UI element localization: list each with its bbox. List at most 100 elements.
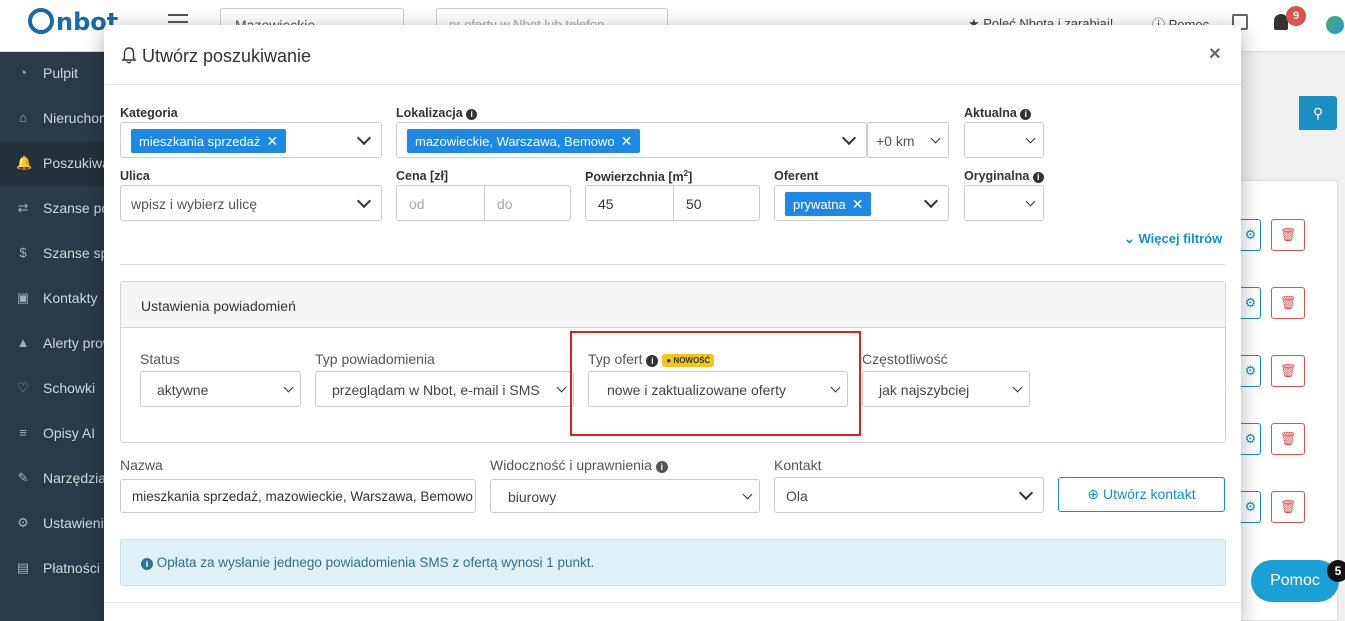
offerer-select[interactable]: prywatna ✕ [774, 185, 949, 221]
frequency-select[interactable]: jak najszybciej [862, 371, 1030, 407]
location-select[interactable]: mazowieckie, Warszawa, Bemowo ✕ [396, 122, 867, 158]
contact-label: Kontakt [774, 457, 822, 473]
trash-icon[interactable]: 🗑 [1271, 491, 1305, 523]
status-select[interactable]: aktywne [140, 371, 301, 407]
street-select[interactable]: wpisz i wybierz ulicę [120, 185, 382, 221]
sidebar-item-opisy-ai[interactable]: ≡ Opisy AI [0, 412, 104, 456]
street-label: Ulica [120, 169, 150, 183]
payment-icon: ▤ [16, 560, 30, 575]
original-select[interactable] [964, 185, 1044, 221]
sms-cost-alert: i Opłata za wysłanie jednego powiadomien… [120, 539, 1226, 586]
current-select[interactable] [964, 122, 1044, 158]
handshake-icon: ⇄ [17, 200, 29, 215]
radius-select[interactable]: +0 km [867, 122, 949, 158]
bell-icon: 🔔 [16, 155, 33, 170]
trash-icon[interactable]: 🗑 [1271, 423, 1305, 455]
location-tag: mazowieckie, Warszawa, Bemowo ✕ [407, 129, 641, 153]
edit-icon[interactable]: ⚙ [1241, 287, 1261, 319]
modal-header: Utwórz poszukiwanie × [104, 25, 1241, 85]
create-contact-button[interactable]: ⊕ Utwórz kontakt [1058, 477, 1225, 512]
trash-icon[interactable]: 🗑 [1271, 287, 1305, 319]
modal-footer-divider [104, 602, 1241, 603]
info-icon[interactable]: i [466, 109, 478, 120]
price-range: od do [396, 185, 571, 221]
chevron-down-icon [841, 130, 857, 146]
notification-type-label: Typ powiadomienia [315, 351, 435, 367]
bell-icon [122, 47, 136, 64]
dollar-icon: $ [19, 245, 27, 260]
sidebar-item-platnosci[interactable]: ▤ Płatności [0, 547, 104, 591]
name-input[interactable]: mieszkania sprzedaż, mazowieckie, Warsza… [120, 479, 476, 513]
name-label: Nazwa [120, 457, 163, 473]
sidebar-item-szanse-pozyskania[interactable]: ⇄Szanse pozyskania [0, 187, 104, 231]
remove-tag-icon[interactable]: ✕ [266, 133, 278, 149]
contacts-icon: ▣ [16, 290, 30, 305]
sidebar-item-poszukiwania[interactable]: 🔔Poszukiwania [0, 142, 104, 186]
current-label: Aktualna i [964, 106, 1032, 120]
info-icon[interactable]: i [1032, 172, 1044, 183]
warning-icon: ▲ [16, 335, 30, 350]
close-icon[interactable]: × [1209, 43, 1221, 66]
visibility-label: Widoczność i uprawnienia i [490, 457, 668, 473]
info-icon: i [141, 558, 153, 570]
price-label: Cena [zł] [396, 169, 449, 183]
sidebar-item-narzedzia[interactable]: ✎ Narzędzia [0, 457, 104, 501]
sidebar-item-ustawienia[interactable]: ⚙Ustawienia [0, 502, 104, 546]
trash-icon[interactable]: 🗑 [1271, 355, 1305, 387]
sidebar-item-kontakty[interactable]: ▣ Kontakty [0, 277, 104, 321]
area-to-input[interactable]: 50 [686, 196, 702, 212]
info-icon[interactable]: i [1020, 109, 1032, 120]
price-from-input[interactable]: od [409, 196, 425, 212]
avatar[interactable] [1326, 16, 1344, 34]
highlight-box [570, 331, 861, 436]
category-tag: mieszkania sprzedaż ✕ [131, 129, 287, 153]
sidebar-item-pulpit[interactable]: ◔ Pulpit [0, 52, 104, 96]
area-from-input[interactable]: 45 [598, 196, 614, 212]
original-label: Oryginalna i [964, 169, 1044, 183]
price-to-input[interactable]: do [497, 196, 513, 212]
plus-circle-icon: ⊕ [1087, 486, 1100, 502]
offerer-label: Oferent [774, 169, 819, 183]
location-label: Lokalizacja i [396, 106, 478, 120]
search-icon[interactable]: ⚲ [1299, 96, 1337, 130]
divider [120, 264, 1225, 265]
background-list: ⚙ 🗑 ⚙ 🗑 ⚙ 🗑 ⚙ 🗑 ⚙ 🗑 [1240, 180, 1338, 621]
notification-type-select[interactable]: przeglądam w Nbot, e-mail i SMS [315, 371, 574, 407]
heart-icon: ♡ [17, 380, 29, 395]
wrench-icon: ✎ [17, 470, 29, 485]
edit-icon[interactable]: ⚙ [1241, 355, 1261, 387]
list-icon: ≡ [19, 425, 27, 440]
help-widget-badge: 5 [1327, 560, 1345, 582]
area-label: Powierzchnia [m2] [585, 169, 693, 185]
edit-icon[interactable]: ⚙ [1241, 491, 1261, 523]
contact-select[interactable]: Ola [774, 477, 1044, 513]
chevron-down-icon [356, 130, 372, 146]
more-filters-link[interactable]: ⌄ Więcej filtrów [1124, 231, 1222, 247]
visibility-select[interactable]: biurowy [490, 479, 760, 513]
remove-tag-icon[interactable]: ✕ [621, 133, 633, 149]
logo-magnifier-icon [28, 8, 54, 34]
chevron-down-icon [1025, 196, 1036, 207]
edit-icon[interactable]: ⚙ [1241, 423, 1261, 455]
offerer-tag: prywatna ✕ [785, 192, 872, 216]
modal-title: Utwórz poszukiwanie [142, 46, 312, 66]
chevron-down-icon [1012, 382, 1023, 393]
chevron-down-icon [930, 133, 941, 144]
help-widget-button[interactable]: Pomoc [1251, 560, 1339, 602]
create-search-modal: Utwórz poszukiwanie × Kategoria mieszkan… [104, 25, 1241, 621]
gear-icon: ⚙ [17, 515, 29, 530]
edit-icon[interactable]: ⚙ [1241, 219, 1261, 251]
panel-heading: Ustawienia powiadomień [121, 282, 1225, 328]
remove-tag-icon[interactable]: ✕ [852, 196, 864, 212]
info-icon[interactable]: i [655, 461, 668, 473]
sidebar-item-schowki[interactable]: ♡ Schowki [0, 367, 104, 411]
frequency-label: Częstotliwość [862, 351, 948, 367]
trash-icon[interactable]: 🗑 [1271, 219, 1305, 251]
sidebar-item-nieruchomosci[interactable]: ⌂Nieruchomości [0, 97, 104, 141]
sidebar-item-szanse-sprzedazy[interactable]: $Szanse sprzedaży [0, 232, 104, 276]
sidebar-item-alerty[interactable]: ▲Alerty prowizyjne [0, 322, 104, 366]
category-label: Kategoria [120, 106, 178, 120]
area-range: 45 50 [585, 185, 760, 221]
category-select[interactable]: mieszkania sprzedaż ✕ [120, 122, 382, 158]
status-label: Status [140, 351, 180, 367]
